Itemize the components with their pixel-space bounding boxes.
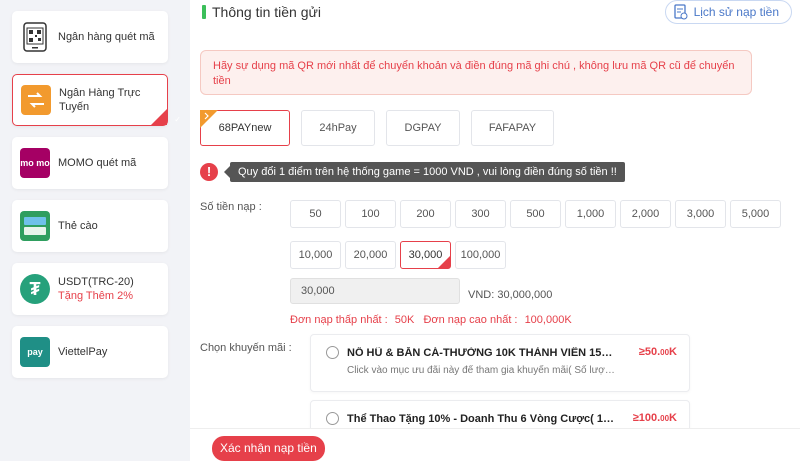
method-online-bank[interactable]: Ngân Hàng Trực Tuyến ✓ xyxy=(12,74,181,126)
selected-check-icon: ✓ xyxy=(438,256,461,268)
momo-logo: mo mo xyxy=(20,148,50,178)
amount-input[interactable] xyxy=(290,278,460,304)
promo-description: Click vào mục ưu đãi này để tham gia khu… xyxy=(347,365,617,376)
deposit-panel: Thông tin tiền gửi Lịch sử nạp tiền Hãy … xyxy=(190,0,800,461)
channel-dgpay[interactable]: DGPAY xyxy=(386,110,460,146)
method-label: USDT(TRC-20) xyxy=(58,276,134,288)
qr-bank-icon xyxy=(20,22,50,52)
channel-68paynew[interactable]: 68PAYnew xyxy=(200,110,290,146)
amount-option[interactable]: 10,000 xyxy=(290,241,341,269)
amount-option[interactable]: 3,000 xyxy=(675,200,726,228)
method-label: Ngân hàng quét mã xyxy=(58,31,155,43)
history-icon xyxy=(673,4,688,20)
vnd-conversion: VND: 30,000,000 xyxy=(468,289,553,301)
amount-option[interactable]: 100,000 xyxy=(455,241,506,269)
amount-option[interactable]: 500 xyxy=(510,200,561,228)
method-momo[interactable]: mo mo MOMO quét mã xyxy=(12,137,168,189)
confirm-deposit-button[interactable]: Xác nhận nạp tiền xyxy=(212,436,325,461)
promo-radio[interactable] xyxy=(326,412,339,425)
deposit-history-button[interactable]: Lịch sử nạp tiền xyxy=(664,0,792,24)
amount-option[interactable]: 20,000 xyxy=(345,241,396,269)
promo-min-value: ≥100.00K xyxy=(632,412,677,424)
viettelpay-logo: pay xyxy=(20,337,50,367)
deposit-limits: Đơn nạp thấp nhất : 50K Đơn nạp cao nhất… xyxy=(290,314,572,326)
amount-option[interactable]: 50 xyxy=(290,200,341,228)
channel-24hpay[interactable]: 24hPay xyxy=(301,110,375,146)
amount-option[interactable]: 200 xyxy=(400,200,451,228)
amount-option-selected[interactable]: 30,000 ✓ xyxy=(400,241,461,269)
method-viettelpay[interactable]: pay ViettelPay xyxy=(12,326,168,378)
channel-fafapay[interactable]: FAFAPAY xyxy=(471,110,554,146)
amount-option[interactable]: 100 xyxy=(345,200,396,228)
page-title: Thông tin tiền gửi xyxy=(212,4,321,20)
amount-option[interactable]: 300 xyxy=(455,200,506,228)
amount-option[interactable]: 1,000 xyxy=(565,200,616,228)
method-label: MOMO quét mã xyxy=(58,157,137,169)
method-label: ViettelPay xyxy=(58,346,108,358)
promo-radio[interactable] xyxy=(326,346,339,359)
promo-item[interactable]: NỔ HŨ & BẮN CÁ-THƯỞNG 10K THÀNH VIÊN 15%… xyxy=(310,334,690,392)
promo-title: Thể Thao Tặng 10% - Doanh Thu 6 Vòng Cượ… xyxy=(347,413,617,425)
promo-title: NỔ HŨ & BẮN CÁ-THƯỞNG 10K THÀNH VIÊN 15%… xyxy=(347,347,617,359)
promo-label: Chọn khuyến mãi : xyxy=(200,342,292,354)
scratch-card-icon xyxy=(20,211,50,241)
online-bank-icon xyxy=(21,85,51,115)
qr-notice: Hãy sự dụng mã QR mới nhất để chuyển kho… xyxy=(200,50,752,95)
exchange-rate-tooltip: Quy đổi 1 điểm trên hệ thống game = 1000… xyxy=(224,162,625,182)
method-scratch-card[interactable]: Thẻ cào xyxy=(12,200,168,252)
usdt-icon: ₮ xyxy=(20,274,50,304)
method-bonus: Tặng Thêm 2% xyxy=(58,290,134,302)
warning-icon: ! xyxy=(200,163,218,181)
method-usdt[interactable]: ₮ USDT(TRC-20) Tặng Thêm 2% xyxy=(12,263,168,315)
amount-option[interactable]: 5,000 xyxy=(730,200,781,228)
payment-method-sidebar: Ngân hàng quét mã Ngân Hàng Trực Tuyến ✓… xyxy=(0,0,181,461)
amount-label: Số tiền nạp : xyxy=(200,201,262,213)
method-qr-bank[interactable]: Ngân hàng quét mã xyxy=(12,11,168,63)
hot-badge-icon xyxy=(200,110,218,128)
promo-min-value: ≥50.00K xyxy=(638,346,677,358)
amount-option[interactable]: 2,000 xyxy=(620,200,671,228)
header-accent-bar xyxy=(202,5,206,19)
selected-check-icon: ✓ xyxy=(151,109,181,125)
method-label: Thẻ cào xyxy=(58,220,98,232)
